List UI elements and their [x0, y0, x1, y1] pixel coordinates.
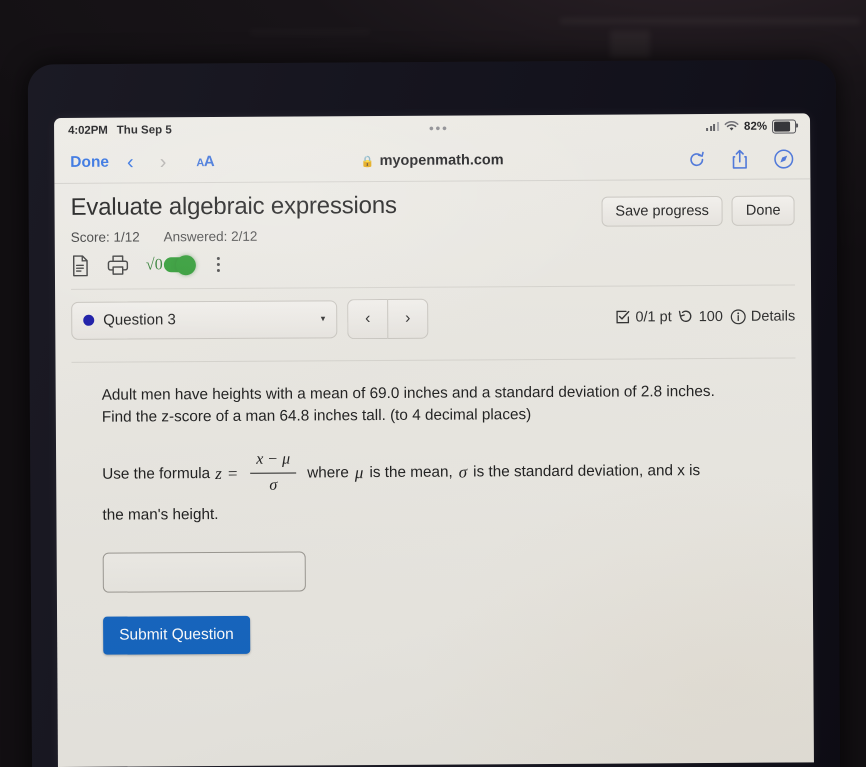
formula-prefix: Use the formula	[102, 464, 211, 483]
score-line: Score: 1/12 Answered: 2/12	[71, 228, 397, 245]
tablet-screen: 4:02PM Thu Sep 5 ••• 82% Done ‹ › AA 🔒 m…	[54, 113, 814, 767]
share-icon[interactable]	[730, 148, 749, 169]
attempts-label: 100	[698, 308, 723, 325]
assessment-title-block: Evaluate algebraic expressions Score: 1/…	[70, 192, 397, 245]
photo-of-tablet: 4:02PM Thu Sep 5 ••• 82% Done ‹ › AA 🔒 m…	[0, 0, 866, 767]
ambient-reflection	[560, 18, 860, 24]
attempts-group: 100	[679, 309, 723, 325]
chevron-right-icon[interactable]: ›	[160, 151, 167, 174]
text-size-button[interactable]: AA	[196, 153, 214, 171]
formula-line-2: the man's height.	[102, 506, 219, 524]
points-label: 0/1 pt	[635, 309, 672, 326]
battery-icon	[772, 118, 797, 134]
prev-question-button[interactable]: ‹	[347, 298, 388, 340]
cellular-signal-icon	[706, 121, 720, 132]
status-date: Thu Sep 5	[116, 123, 172, 137]
page-content: Evaluate algebraic expressions Score: 1/…	[54, 179, 813, 655]
answered-label: Answered: 2/12	[163, 228, 258, 245]
formula-sigma: σ	[458, 462, 468, 482]
answer-input[interactable]	[102, 551, 306, 593]
info-circle-icon	[730, 309, 746, 325]
formula-denominator: σ	[269, 476, 278, 495]
save-progress-button[interactable]: Save progress	[601, 195, 723, 227]
question-status-dot	[83, 315, 95, 327]
formula-fraction: x − μ σ	[250, 449, 297, 498]
toolbar-actions	[687, 148, 794, 170]
chevron-left-icon[interactable]: ‹	[127, 151, 134, 174]
undo-circular-arrow-icon	[679, 310, 692, 323]
status-time: 4:02PM	[68, 124, 108, 137]
question-meta: 0/1 pt 100 Details	[615, 308, 795, 325]
formula-variable-z: z	[215, 463, 222, 483]
question-pager: ‹ ›	[347, 298, 429, 340]
math-toggle-switch[interactable]	[163, 257, 194, 273]
done-button[interactable]: Done	[731, 195, 795, 226]
formula-line: Use the formula z = x − μ σ where μ is t…	[102, 446, 766, 499]
assessment-toolbar: √0	[71, 248, 795, 278]
score-label: Score: 1/12	[70, 229, 140, 245]
ambient-reflection	[610, 30, 650, 58]
details-label: Details	[750, 308, 796, 325]
question-body: Adult men have heights with a mean of 69…	[71, 358, 797, 655]
formula-equals: =	[226, 463, 239, 483]
submit-question-button[interactable]: Submit Question	[103, 615, 250, 655]
math-radical-label: √0	[145, 256, 163, 274]
wifi-icon	[724, 121, 739, 131]
formula-mu: μ	[354, 462, 364, 482]
formula-numerator: x − μ	[256, 450, 291, 469]
lock-icon: 🔒	[360, 155, 375, 168]
question-prompt-line-2: Find the z-score of a man 64.8 inches ta…	[101, 405, 532, 426]
formula-suffix-b: is the mean,	[369, 463, 453, 481]
ambient-reflection	[250, 30, 370, 35]
header-buttons: Save progress Done	[601, 189, 795, 227]
question-select[interactable]: Question 3 ▾	[71, 300, 338, 340]
address-bar[interactable]: 🔒 myopenmath.com	[361, 152, 504, 169]
browser-done-button[interactable]: Done	[70, 154, 109, 172]
details-group[interactable]: Details	[730, 308, 796, 325]
assessment-header: Evaluate algebraic expressions Score: 1/…	[70, 179, 795, 245]
safari-toolbar: Done ‹ › AA 🔒 myopenmath.com	[54, 138, 811, 184]
formula-suffix-c: is the standard deviation, and x is	[473, 461, 701, 481]
checkbox-icon	[616, 311, 630, 324]
kebab-menu-icon[interactable]	[216, 257, 220, 273]
question-select-label: Question 3	[103, 311, 176, 329]
battery-percent: 82%	[743, 120, 768, 133]
question-navigation-bar: Question 3 ▾ ‹ › 0/1 pt 100 Details	[71, 285, 795, 351]
formula-suffix-a: where	[307, 463, 349, 482]
safari-compass-icon[interactable]	[773, 148, 794, 169]
question-prompt-line-1: Adult men have heights with a mean of 69…	[101, 382, 715, 404]
chevron-down-icon: ▾	[320, 313, 326, 324]
printer-icon[interactable]	[107, 255, 129, 276]
points-group: 0/1 pt	[615, 309, 672, 326]
page-title: Evaluate algebraic expressions	[70, 191, 397, 221]
next-question-button[interactable]: ›	[387, 298, 429, 339]
submit-row: Submit Question	[103, 588, 767, 655]
document-icon[interactable]	[71, 255, 90, 277]
text-size-big-a: A	[203, 153, 215, 171]
address-bar-url: myopenmath.com	[379, 152, 504, 170]
status-indicators: 82%	[706, 118, 797, 134]
status-center-dots: •••	[429, 120, 449, 136]
math-view-toggle[interactable]: √0	[146, 256, 194, 274]
text-size-small-a: A	[196, 157, 204, 170]
reload-icon[interactable]	[687, 150, 706, 169]
